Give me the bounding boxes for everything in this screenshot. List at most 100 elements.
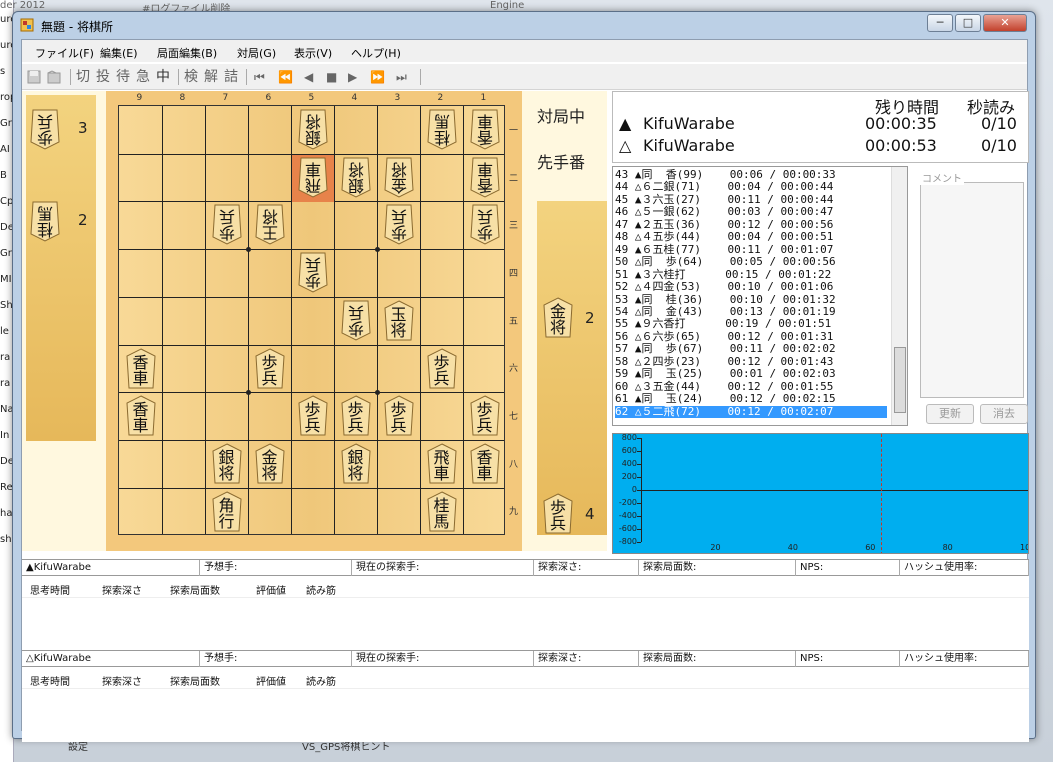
kifu-row[interactable]: 44 △６二銀(71) 00:04 / 00:00:44	[615, 181, 887, 194]
open-icon[interactable]	[46, 69, 62, 85]
engine-column-header[interactable]: 探索局面数	[170, 582, 220, 597]
board-star-point	[375, 390, 380, 395]
shogi-piece-gote[interactable]: 銀将	[340, 157, 371, 198]
shogi-piece-sente[interactable]: 金将	[254, 443, 285, 484]
kifu-row[interactable]: 57 ▲同 歩(67) 00:11 / 00:02:02	[615, 342, 887, 355]
kifu-list[interactable]: 43 ▲同 香(99) 00:06 / 00:00:33 44 △６二銀(71) …	[612, 166, 908, 426]
gote-hand-count: 2	[78, 211, 88, 229]
shogi-piece-sente[interactable]: 歩兵	[297, 395, 328, 436]
shogi-piece-sente[interactable]: 香車	[469, 443, 500, 484]
tsume-button[interactable]: 詰	[224, 68, 238, 86]
kifu-row[interactable]: 55 ▲９六香打 00:19 / 00:01:51	[615, 317, 887, 330]
engine-column-header[interactable]: 読み筋	[306, 673, 336, 688]
shogi-piece-gote[interactable]: 歩兵	[383, 204, 414, 245]
cut-button[interactable]: 切	[76, 68, 90, 86]
kifu-row[interactable]: 46 △５一銀(62) 00:03 / 00:00:47	[615, 205, 887, 218]
engine-field-label: 現在の探索手:	[352, 560, 534, 576]
shogi-piece-sente[interactable]: 飛車	[426, 443, 457, 484]
first-move-icon[interactable]: ⏮	[254, 68, 265, 86]
menu-view[interactable]: 表示(V)	[294, 45, 332, 61]
current-move-marker	[880, 434, 882, 553]
last-move-icon[interactable]: ⏭	[396, 68, 407, 86]
gote-hand-piece[interactable]: 歩兵	[30, 109, 60, 150]
shogi-piece-gote[interactable]: 桂馬	[426, 109, 457, 150]
kifu-row[interactable]: 50 △同 歩(64) 00:05 / 00:00:56	[615, 255, 887, 268]
wait-button[interactable]: 待	[116, 68, 130, 86]
menu-edit[interactable]: 編集(E)	[100, 45, 138, 61]
engine-column-header[interactable]: 思考時間	[30, 673, 70, 688]
menu-help[interactable]: ヘルプ(H)	[351, 45, 401, 61]
forward-fast-icon[interactable]: ⏩	[370, 68, 385, 86]
shogi-piece-sente[interactable]: 香車	[125, 348, 156, 389]
gote-hand-piece[interactable]: 桂馬	[30, 201, 60, 242]
piece-char-bottom: 車	[132, 369, 149, 389]
stop-icon[interactable]: ■	[326, 68, 337, 86]
back-icon[interactable]: ◀	[304, 68, 313, 86]
engine-column-header[interactable]: 読み筋	[306, 582, 336, 597]
gote-player-name: KifuWarabe	[643, 136, 735, 155]
shogi-piece-gote[interactable]: 金将	[383, 157, 414, 198]
menu-file[interactable]: ファイル(F)	[35, 45, 94, 61]
shogi-piece-sente[interactable]: 角行	[211, 491, 242, 532]
kifu-row[interactable]: 48 △４五歩(44) 00:04 / 00:00:51	[615, 230, 887, 243]
minimize-button[interactable]: ─	[927, 14, 953, 32]
piece-char-bottom: 兵	[347, 303, 364, 323]
clear-button[interactable]: 消去	[980, 404, 1028, 424]
shogi-piece-sente[interactable]: 歩兵	[426, 348, 457, 389]
engine-column-header[interactable]: 探索局面数	[170, 673, 220, 688]
shogi-piece-gote[interactable]: 歩兵	[469, 204, 500, 245]
shogi-piece-gote[interactable]: 王将	[254, 204, 285, 245]
shogi-board[interactable]: 銀将桂馬香車飛車銀将金将香車歩兵王将歩兵歩兵歩兵歩兵玉将香車歩兵歩兵香車歩兵歩兵…	[118, 105, 505, 535]
shogi-piece-gote[interactable]: 銀将	[297, 109, 328, 150]
back-fast-icon[interactable]: ⏪	[278, 68, 293, 86]
engine-column-header[interactable]: 評価値	[256, 582, 286, 597]
kifu-row[interactable]: 61 ▲同 玉(24) 00:12 / 00:02:15	[615, 392, 887, 405]
shogi-piece-gote[interactable]: 香車	[469, 109, 500, 150]
board-star-point	[246, 247, 251, 252]
shogi-piece-gote[interactable]: 歩兵	[340, 300, 371, 341]
shogi-piece-gote[interactable]: 飛車	[297, 157, 328, 198]
shogi-piece-sente[interactable]: 歩兵	[469, 395, 500, 436]
shogi-piece-sente[interactable]: 香車	[125, 395, 156, 436]
new-game-icon[interactable]	[26, 69, 42, 85]
update-button[interactable]: 更新	[926, 404, 974, 424]
menu-game[interactable]: 対局(G)	[237, 45, 276, 61]
sente-hand-piece[interactable]: 金将	[543, 297, 573, 338]
engine-column-header[interactable]: 探索深さ	[102, 582, 142, 597]
kifu-scroll-thumb[interactable]	[894, 347, 906, 413]
shogi-piece-sente[interactable]: 歩兵	[254, 348, 285, 389]
sente-hand-piece[interactable]: 歩兵	[543, 493, 573, 534]
shogi-piece-sente[interactable]: 銀将	[211, 443, 242, 484]
evaluation-graph[interactable]: 800 600 400 200 0 -200 -400 -600 -800 20 40 60 80 100	[612, 433, 1029, 554]
menu-position-edit[interactable]: 局面編集(B)	[157, 45, 217, 61]
engine-column-header[interactable]: 思考時間	[30, 582, 70, 597]
piece-char-bottom: 兵	[261, 369, 278, 389]
hurry-button[interactable]: 急	[136, 68, 150, 86]
interrupt-button[interactable]: 中	[156, 68, 170, 86]
shogi-piece-sente[interactable]: 桂馬	[426, 491, 457, 532]
engine-column-header[interactable]: 評価値	[256, 673, 286, 688]
analyze-button[interactable]: 検	[184, 68, 198, 86]
shogi-piece-gote[interactable]: 香車	[469, 157, 500, 198]
rank-label: 四	[509, 268, 519, 279]
shogi-piece-sente[interactable]: 銀将	[340, 443, 371, 484]
kifu-row[interactable]: 52 △４四金(53) 00:10 / 00:01:06	[615, 280, 887, 293]
solve-button[interactable]: 解	[204, 68, 218, 86]
kifu-row[interactable]: 59 ▲同 玉(25) 00:01 / 00:02:03	[615, 367, 887, 380]
resign-button[interactable]: 投	[96, 68, 110, 86]
comment-textbox[interactable]	[920, 182, 1024, 398]
close-button[interactable]: ✕	[983, 14, 1027, 32]
shogi-piece-gote[interactable]: 歩兵	[297, 252, 328, 293]
graph-y-tick: -600	[618, 524, 637, 533]
maximize-button[interactable]: □	[955, 14, 981, 32]
engine-column-header[interactable]: 探索深さ	[102, 673, 142, 688]
title-bar[interactable]: 無題 - 将棋所 ─ □ ✕	[13, 12, 1035, 38]
file-label: 1	[480, 93, 487, 103]
kifu-scrollbar[interactable]	[891, 167, 907, 425]
kifu-row[interactable]: 62 △５二飛(72) 00:12 / 00:02:07	[615, 405, 887, 418]
shogi-piece-gote[interactable]: 歩兵	[211, 204, 242, 245]
shogi-piece-sente[interactable]: 歩兵	[340, 395, 371, 436]
forward-icon[interactable]: ▶	[348, 68, 357, 86]
shogi-piece-sente[interactable]: 玉将	[383, 300, 414, 341]
shogi-piece-sente[interactable]: 歩兵	[383, 395, 414, 436]
